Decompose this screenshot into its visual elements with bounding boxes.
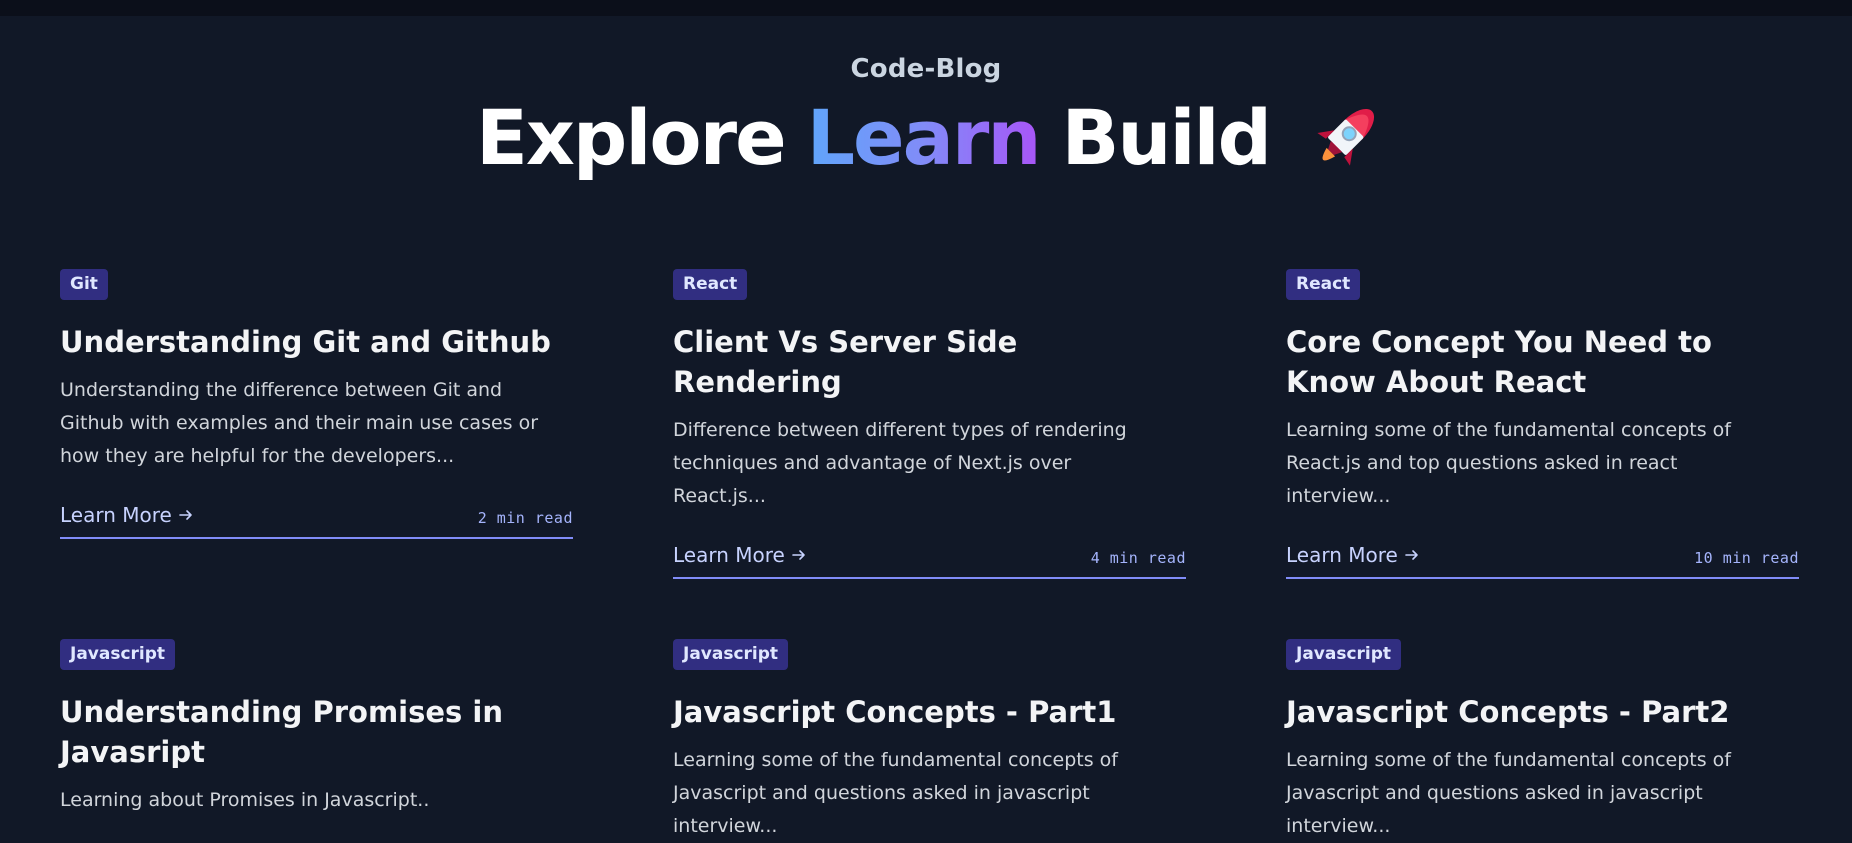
post-title[interactable]: Javascript Concepts - Part2 — [1286, 692, 1799, 732]
post-tag[interactable]: Javascript — [673, 639, 789, 670]
rocket-icon — [1303, 96, 1387, 180]
post-footer: Learn More 4 min read — [673, 543, 1186, 579]
arrow-right-icon — [1405, 550, 1418, 560]
post-title[interactable]: Client Vs Server Side Rendering — [673, 322, 1186, 402]
post-tag[interactable]: React — [1286, 269, 1361, 300]
read-time: 2 min read — [477, 509, 573, 527]
post-tag[interactable]: Javascript — [1286, 639, 1402, 670]
post-title[interactable]: Javascript Concepts - Part1 — [673, 692, 1186, 732]
learn-more-label: Learn More — [1286, 543, 1398, 567]
post-card: Git Understanding Git and Github Underst… — [60, 269, 573, 579]
post-description: Learning some of the fundamental concept… — [1286, 419, 1731, 507]
post-tag[interactable]: React — [673, 269, 748, 300]
post-footer: Learn More 10 min read — [1286, 543, 1799, 579]
post-card: React Client Vs Server Side Rendering Di… — [673, 269, 1186, 579]
site-brand[interactable]: Code-Blog — [0, 54, 1852, 84]
post-description: Learning some of the fundamental concept… — [673, 749, 1118, 837]
learn-more-link[interactable]: Learn More — [60, 503, 194, 527]
learn-more-link[interactable]: Learn More — [1286, 543, 1420, 567]
post-card: React Core Concept You Need to Know Abou… — [1286, 269, 1799, 579]
arrow-right-icon — [792, 550, 805, 560]
post-title[interactable]: Core Concept You Need to Know About Reac… — [1286, 322, 1799, 402]
headline-word-build: Build — [1061, 93, 1272, 182]
post-card: Javascript Javascript Concepts - Part1 L… — [673, 639, 1186, 843]
post-footer: Learn More 2 min read — [60, 503, 573, 539]
post-tag[interactable]: Javascript — [60, 639, 176, 670]
post-grid: Git Understanding Git and Github Underst… — [60, 269, 1800, 843]
headline-word-learn: Learn — [807, 90, 1042, 186]
top-nav-bar — [0, 0, 1852, 16]
arrow-right-icon — [179, 510, 192, 520]
read-time: 4 min read — [1090, 549, 1186, 567]
learn-more-link[interactable]: Learn More — [673, 543, 807, 567]
headline: Explore Learn Build — [0, 90, 1852, 186]
learn-more-label: Learn More — [60, 503, 172, 527]
post-description: Learning some of the fundamental concept… — [1286, 749, 1731, 837]
learn-more-label: Learn More — [673, 543, 785, 567]
hero: Code-Blog Explore Learn Build — [0, 16, 1852, 186]
post-title[interactable]: Understanding Git and Github — [60, 322, 573, 362]
read-time: 10 min read — [1694, 549, 1799, 567]
post-title[interactable]: Understanding Promises in Javasript — [60, 692, 573, 772]
post-tag[interactable]: Git — [60, 269, 108, 300]
post-card: Javascript Javascript Concepts - Part2 L… — [1286, 639, 1799, 843]
headline-word-explore: Explore — [475, 93, 787, 182]
post-description: Learning about Promises in Javascript.. — [60, 789, 430, 811]
post-card: Javascript Understanding Promises in Jav… — [60, 639, 573, 843]
post-description: Understanding the difference between Git… — [60, 379, 539, 467]
post-description: Difference between different types of re… — [673, 419, 1127, 507]
